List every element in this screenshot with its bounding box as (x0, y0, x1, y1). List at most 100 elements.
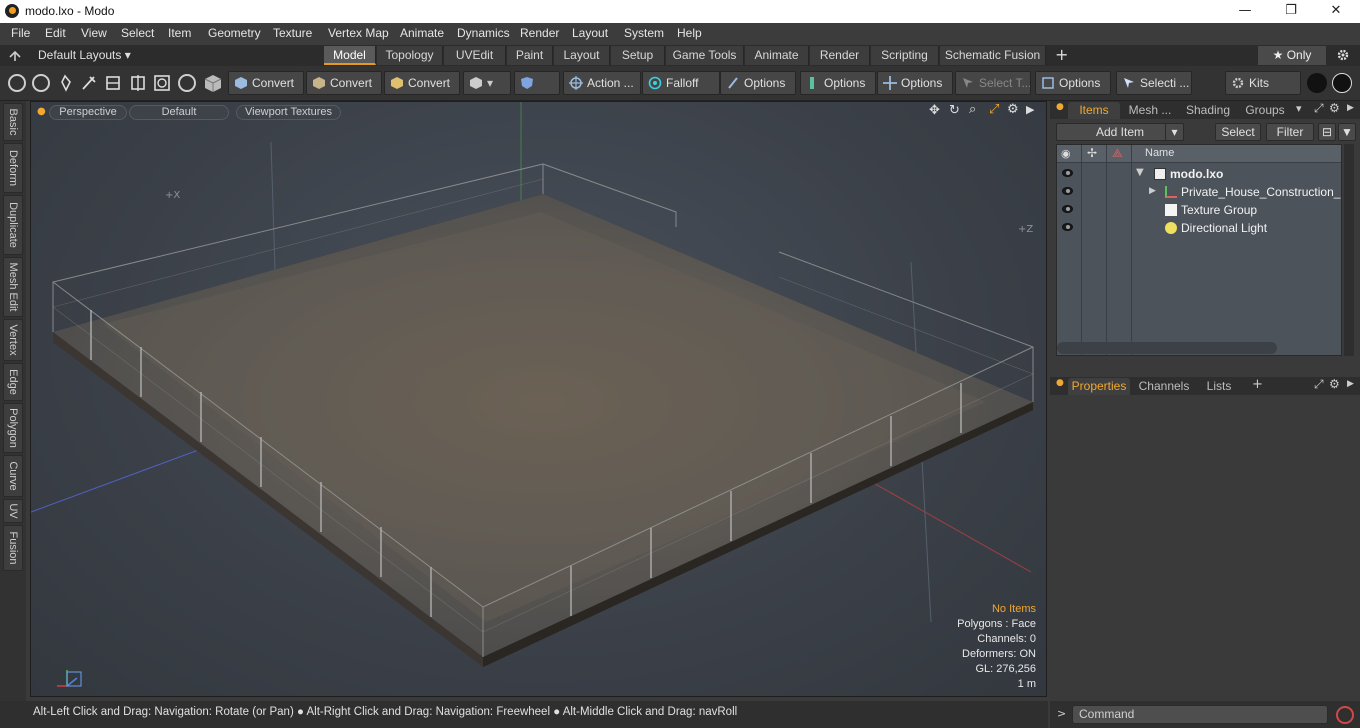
layout-arrow-icon[interactable] (9, 50, 21, 62)
vtab-deform[interactable]: Deform (3, 143, 23, 193)
default-style-button[interactable]: Default (129, 105, 229, 120)
minimize-button[interactable]: — (1222, 0, 1268, 23)
lock-column-icon[interactable]: ✢ (1087, 146, 1097, 160)
select-through-button[interactable]: Select T... (955, 71, 1031, 95)
tab-scripting[interactable]: Scripting (871, 46, 939, 65)
only-toggle[interactable]: ★ Only (1258, 46, 1326, 65)
vtab-vertex[interactable]: Vertex (3, 319, 23, 361)
default-layouts-dropdown[interactable]: Default Layouts ▾ (38, 48, 131, 62)
unity-icon[interactable] (1307, 73, 1327, 93)
tab-properties[interactable]: Properties (1068, 378, 1130, 395)
select-button[interactable]: Select (1215, 123, 1261, 141)
panel-expand-icon[interactable]: ⤢ (1314, 101, 1324, 116)
falloff-button[interactable]: Falloff (642, 71, 720, 95)
visibility-eye-icon[interactable] (1062, 187, 1073, 195)
tab-layout[interactable]: Layout (554, 46, 610, 65)
tab-setup[interactable]: Setup (611, 46, 665, 65)
menu-dynamics[interactable]: Dynamics (457, 26, 510, 40)
panel-dot-icon[interactable]: ● (1056, 102, 1064, 112)
brush-icon[interactable] (80, 74, 98, 92)
panel-arrow-icon[interactable]: ▶ (1347, 103, 1354, 113)
vtab-curve[interactable]: Curve (3, 455, 23, 497)
tab-topology[interactable]: Topology (377, 46, 443, 65)
funnel-filter-icon[interactable]: ▼ (1338, 123, 1356, 141)
menu-help[interactable]: Help (677, 26, 702, 40)
convert-button-2[interactable]: Convert (306, 71, 382, 95)
maximize-view-icon[interactable]: ⤢ (989, 102, 999, 117)
vtab-uv[interactable]: UV (3, 499, 23, 523)
viewport-textures-button[interactable]: Viewport Textures (236, 105, 341, 120)
add-panel-tab-button[interactable]: + (1252, 377, 1263, 392)
gear-icon[interactable] (1336, 48, 1350, 62)
tabs-dropdown-icon[interactable]: ▾ (1296, 102, 1302, 115)
tab-lists[interactable]: Lists (1198, 378, 1240, 395)
tab-render[interactable]: Render (810, 46, 870, 65)
menu-file[interactable]: File (11, 26, 30, 40)
perspective-button[interactable]: Perspective (49, 105, 127, 120)
list-item-mesh[interactable]: ▶ Private_House_Construction_... (1057, 183, 1341, 201)
viewport-settings-gear-icon[interactable]: ⚙ (1007, 102, 1019, 117)
zoom-view-icon[interactable]: ⌕ (969, 102, 976, 117)
panel-gear-icon[interactable]: ⚙ (1329, 377, 1340, 391)
options-button-2[interactable]: Options (800, 71, 876, 95)
tab-paint[interactable]: Paint (507, 46, 553, 65)
item-type-column-icon[interactable]: ⟁ (1112, 146, 1123, 161)
menu-texture[interactable]: Texture (273, 26, 312, 40)
menu-geometry[interactable]: Geometry (208, 26, 261, 40)
item-mode-dropdown[interactable]: ▾ (463, 71, 511, 95)
expand-arrow-icon[interactable]: ▶ (1149, 186, 1156, 196)
globe-icon[interactable] (32, 74, 50, 92)
add-item-dropdown[interactable]: ▾ (1165, 123, 1184, 141)
list-item-directional-light[interactable]: Directional Light (1057, 219, 1341, 237)
menu-edit[interactable]: Edit (45, 26, 66, 40)
menu-item[interactable]: Item (168, 26, 191, 40)
lasso-icon[interactable] (56, 74, 74, 92)
tab-shading[interactable]: Shading (1180, 102, 1236, 119)
tab-schematic-fusion[interactable]: Schematic Fusion (940, 46, 1046, 65)
shaded-cube-icon[interactable] (203, 73, 223, 93)
visibility-eye-icon[interactable] (1062, 169, 1073, 177)
convert-button-1[interactable]: Convert (228, 71, 304, 95)
add-tab-button[interactable]: + (1055, 45, 1068, 64)
symmetry-button[interactable] (514, 71, 560, 95)
vtab-polygon[interactable]: Polygon (3, 403, 23, 453)
loop-slice-icon[interactable] (129, 74, 147, 92)
tab-items[interactable]: Items (1068, 102, 1120, 119)
move-view-icon[interactable]: ✥ (929, 103, 940, 118)
visibility-eye-icon[interactable] (1062, 223, 1073, 231)
tab-model[interactable]: Model (324, 46, 376, 65)
action-center-button[interactable]: Action ... (563, 71, 641, 95)
horizontal-scrollbar[interactable] (1057, 342, 1277, 354)
tab-groups[interactable]: Groups (1240, 102, 1290, 119)
convert-button-3[interactable]: Convert (384, 71, 460, 95)
menu-vertex-map[interactable]: Vertex Map (328, 26, 389, 40)
visibility-column-icon[interactable]: ◉ (1061, 147, 1071, 160)
rotate-view-icon[interactable]: ↻ (949, 103, 960, 118)
menu-layout[interactable]: Layout (572, 26, 608, 40)
tab-uvedit[interactable]: UVEdit (444, 46, 506, 65)
panel-arrow-icon[interactable]: ▶ (1347, 379, 1354, 389)
bevel-icon[interactable] (104, 74, 122, 92)
options-button-1[interactable]: Options (720, 71, 796, 95)
viewport-menu-dot-icon[interactable]: ● (37, 106, 46, 117)
menu-animate[interactable]: Animate (400, 26, 444, 40)
filter-button[interactable]: Filter (1266, 123, 1314, 141)
vertical-scrollbar[interactable] (1344, 144, 1354, 356)
menu-system[interactable]: System (624, 26, 664, 40)
selection-sets-button[interactable]: Selecti ... (1116, 71, 1192, 95)
tab-game-tools[interactable]: Game Tools (666, 46, 744, 65)
visibility-eye-icon[interactable] (1062, 205, 1073, 213)
select-vertices-icon[interactable] (8, 74, 26, 92)
vtab-mesh-edit[interactable]: Mesh Edit (3, 257, 23, 317)
list-item-scene[interactable]: ▼ modo.lxo (1057, 165, 1341, 183)
inset-icon[interactable] (153, 74, 171, 92)
vtab-basic[interactable]: Basic (3, 103, 23, 141)
tab-mesh[interactable]: Mesh ... (1124, 102, 1176, 119)
maximize-button[interactable]: ❐ (1268, 0, 1314, 23)
options-button-4[interactable]: Options (1035, 71, 1111, 95)
list-item-texture-group[interactable]: Texture Group (1057, 201, 1341, 219)
expand-arrow-icon[interactable]: ▼ (1136, 167, 1144, 178)
circle-tool-icon[interactable] (178, 74, 196, 92)
list-options-icon[interactable]: ⊟ (1318, 123, 1336, 141)
menu-select[interactable]: Select (121, 26, 154, 40)
